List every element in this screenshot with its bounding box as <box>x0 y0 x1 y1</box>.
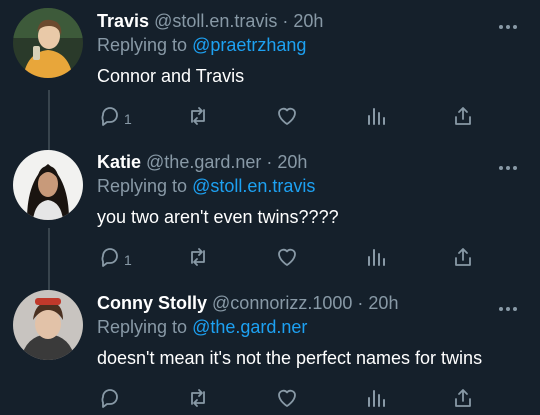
analytics-icon <box>368 108 385 125</box>
retweet-button[interactable] <box>186 244 210 270</box>
retweet-icon <box>191 107 205 125</box>
reply-icon <box>101 107 118 126</box>
reply-count: 1 <box>124 111 132 127</box>
replying-to-label: Replying to <box>97 317 188 337</box>
user-handle[interactable]: @stoll.en.travis <box>154 11 277 31</box>
timestamp[interactable]: 20h <box>368 293 398 313</box>
more-options-icon[interactable] <box>498 155 518 176</box>
tweet-header: Travis @stoll.en.travis · 20h <box>97 11 323 32</box>
avatar-image <box>13 8 83 78</box>
tweet[interactable]: Travis @stoll.en.travis · 20h Replying t… <box>0 8 540 141</box>
display-name[interactable]: Conny Stolly <box>97 293 207 313</box>
avatar-image <box>13 290 83 360</box>
replying-to-mention[interactable]: @stoll.en.travis <box>192 176 315 196</box>
tweet-text: Connor and Travis <box>97 66 245 86</box>
tweet-actions: 1 <box>0 103 540 133</box>
reply-button[interactable]: 1 <box>98 103 132 129</box>
reply-button[interactable]: 1 <box>98 244 132 270</box>
separator-dot: · <box>266 152 273 172</box>
retweet-icon <box>191 248 205 266</box>
tweet-actions <box>0 385 540 415</box>
replying-to: Replying to @praetrzhang <box>97 35 306 56</box>
replying-to: Replying to @stoll.en.travis <box>97 176 315 197</box>
analytics-button[interactable] <box>364 385 388 411</box>
timestamp[interactable]: 20h <box>277 152 307 172</box>
retweet-button[interactable] <box>186 385 210 411</box>
user-handle[interactable]: @connorizz.1000 <box>212 293 352 313</box>
analytics-button[interactable] <box>364 103 388 129</box>
replying-to-label: Replying to <box>97 35 188 55</box>
analytics-icon <box>368 249 385 266</box>
user-handle[interactable]: @the.gard.ner <box>146 152 261 172</box>
replying-to-label: Replying to <box>97 176 188 196</box>
avatar[interactable] <box>13 8 83 78</box>
share-icon <box>455 248 471 266</box>
retweet-icon <box>191 389 205 407</box>
replying-to: Replying to @the.gard.ner <box>97 317 307 338</box>
like-button[interactable] <box>275 385 299 411</box>
display-name[interactable]: Katie <box>97 152 141 172</box>
analytics-icon <box>368 390 385 407</box>
like-button[interactable] <box>275 103 299 129</box>
share-icon <box>455 389 471 407</box>
tweet-text: doesn't mean it's not the perfect names … <box>97 348 483 368</box>
tweet-text: you two aren't even twins???? <box>97 207 339 227</box>
replying-to-mention[interactable]: @the.gard.ner <box>192 317 307 337</box>
heart-icon <box>278 248 296 266</box>
tweet[interactable]: Katie @the.gard.ner · 20h Replying to @s… <box>0 150 540 282</box>
reply-icon <box>101 248 118 267</box>
tweet-header: Katie @the.gard.ner · 20h <box>97 152 307 173</box>
avatar[interactable] <box>13 290 83 360</box>
retweet-button[interactable] <box>186 103 210 129</box>
more-options-icon[interactable] <box>498 296 518 317</box>
share-button[interactable] <box>451 385 475 411</box>
reply-icon <box>101 389 118 408</box>
heart-icon <box>278 389 296 407</box>
heart-icon <box>278 107 296 125</box>
share-button[interactable] <box>451 244 475 270</box>
tweet-header: Conny Stolly @connorizz.1000 · 20h <box>97 293 398 314</box>
reply-button[interactable] <box>98 385 124 411</box>
separator-dot: · <box>282 11 289 31</box>
share-icon <box>455 107 471 125</box>
like-button[interactable] <box>275 244 299 270</box>
tweet[interactable]: Conny Stolly @connorizz.1000 · 20h Reply… <box>0 290 540 415</box>
share-button[interactable] <box>451 103 475 129</box>
analytics-button[interactable] <box>364 244 388 270</box>
avatar-image <box>13 150 83 220</box>
separator-dot: · <box>357 293 364 313</box>
avatar[interactable] <box>13 150 83 220</box>
replying-to-mention[interactable]: @praetrzhang <box>192 35 306 55</box>
more-options-icon[interactable] <box>498 14 518 35</box>
display-name[interactable]: Travis <box>97 11 149 31</box>
timestamp[interactable]: 20h <box>293 11 323 31</box>
reply-count: 1 <box>124 252 132 268</box>
tweet-actions: 1 <box>0 244 540 274</box>
